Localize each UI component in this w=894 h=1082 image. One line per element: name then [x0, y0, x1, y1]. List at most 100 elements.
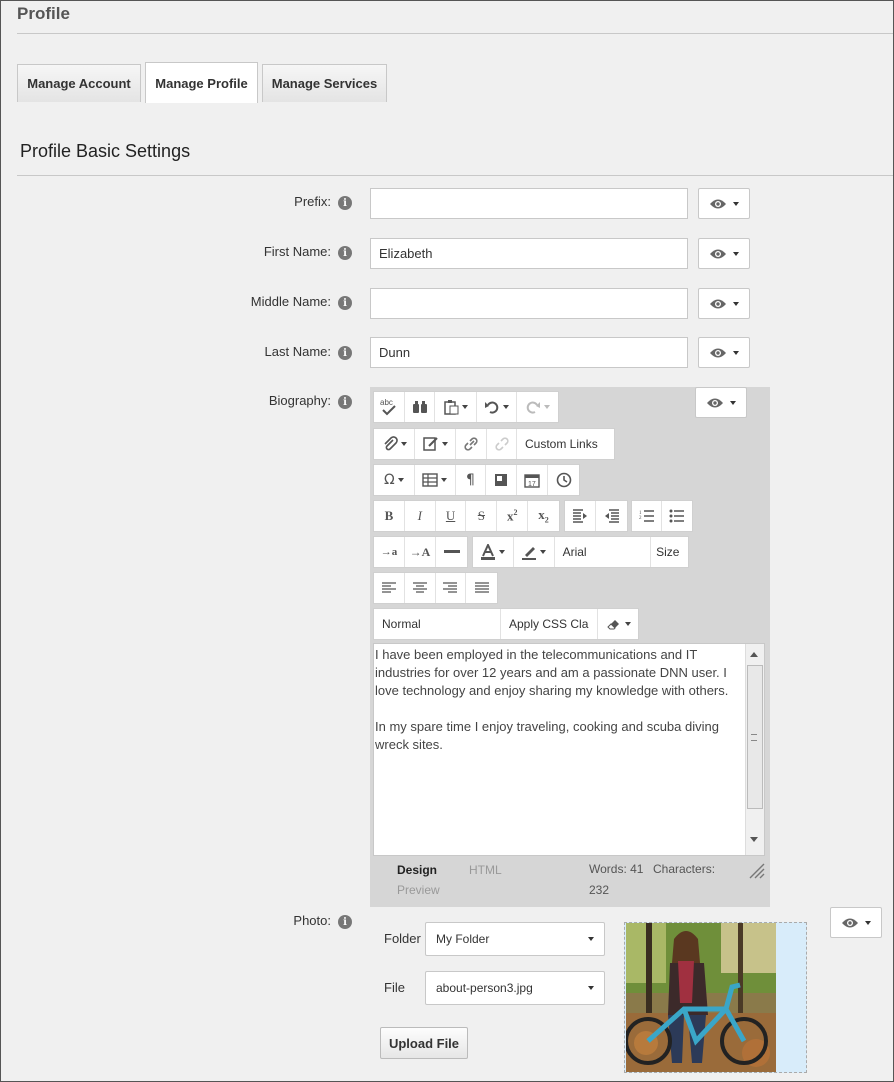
omega-icon: Ω — [384, 472, 395, 488]
resize-handle-icon[interactable] — [747, 861, 765, 879]
upload-file-button[interactable]: Upload File — [380, 1027, 468, 1059]
scroll-down-icon[interactable] — [750, 837, 758, 842]
chevron-down-icon — [540, 550, 547, 554]
info-icon[interactable]: i — [338, 915, 352, 929]
middle-name-visibility-button[interactable] — [698, 288, 750, 319]
eye-icon — [710, 348, 726, 357]
prefix-visibility-button[interactable] — [698, 188, 750, 219]
increase-size-button[interactable]: →a — [374, 537, 405, 567]
info-icon[interactable]: i — [338, 346, 352, 360]
indent-icon — [573, 509, 587, 523]
info-icon[interactable]: i — [338, 395, 352, 409]
chevron-down-icon — [624, 622, 631, 626]
horizontal-rule-icon — [443, 550, 460, 553]
info-icon[interactable]: i — [338, 296, 352, 310]
folder-select[interactable]: My Folder — [425, 922, 605, 956]
tab-manage-profile[interactable]: Manage Profile — [145, 62, 258, 103]
insert-time-button[interactable] — [548, 465, 579, 495]
spellcheck-icon: abc — [380, 398, 396, 416]
attach-button[interactable] — [374, 429, 415, 459]
prefix-input[interactable] — [370, 188, 688, 219]
ordered-list-button[interactable]: 12 — [632, 501, 663, 531]
format-stripper-button[interactable] — [486, 465, 518, 495]
custom-links-dropdown[interactable]: Custom Links — [517, 429, 614, 459]
css-class-dropdown[interactable]: Apply CSS Cla — [501, 609, 598, 639]
strikethrough-button[interactable]: S — [466, 501, 498, 531]
tab-manage-services[interactable]: Manage Services — [262, 64, 387, 102]
middle-name-input[interactable] — [370, 288, 688, 319]
toolbar-group-insert: Ω ¶ 17 — [373, 464, 580, 496]
find-button[interactable] — [405, 392, 435, 422]
toolbar-group-basic-format: B I U S x2 x2 — [373, 500, 560, 532]
superscript-button[interactable]: x2 — [497, 501, 529, 531]
last-name-input[interactable] — [370, 337, 688, 368]
biography-visibility-button[interactable] — [695, 387, 747, 418]
unlink-icon — [494, 437, 509, 451]
eye-icon — [710, 199, 726, 208]
middle-name-label: Middle Name: — [250, 294, 331, 309]
unlink-button[interactable] — [487, 429, 517, 459]
photo-visibility-button[interactable] — [830, 907, 882, 938]
last-name-visibility-button[interactable] — [698, 337, 750, 368]
eye-icon — [710, 299, 726, 308]
align-left-button[interactable] — [374, 573, 405, 603]
subscript-icon: x2 — [538, 507, 549, 525]
info-icon[interactable]: i — [338, 246, 352, 260]
editor-content[interactable]: I have been employed in the telecommunic… — [373, 643, 765, 856]
paste-button[interactable] — [435, 392, 477, 422]
paperclip-icon — [383, 436, 398, 451]
eye-icon — [707, 398, 723, 407]
link-button[interactable] — [456, 429, 487, 459]
highlight-color-button[interactable] — [514, 537, 555, 567]
strikethrough-icon: S — [477, 508, 486, 523]
tab-manage-account[interactable]: Manage Account — [17, 64, 141, 102]
align-center-button[interactable] — [405, 573, 436, 603]
mode-preview-tab[interactable]: Preview — [397, 883, 440, 897]
redo-button[interactable] — [517, 392, 558, 422]
toolbar-group-links: Custom Links — [373, 428, 615, 460]
underline-button[interactable]: U — [436, 501, 467, 531]
first-name-label: First Name: — [263, 244, 331, 259]
special-char-button[interactable]: Ω — [374, 465, 415, 495]
scroll-up-icon[interactable] — [750, 652, 758, 657]
spellcheck-button[interactable]: abc — [374, 392, 405, 422]
italic-button[interactable]: I — [405, 501, 436, 531]
bold-button[interactable]: B — [374, 501, 405, 531]
clear-format-button[interactable] — [598, 609, 638, 639]
word-count: Words: 41 — [589, 862, 644, 876]
bullet-list-button[interactable] — [662, 501, 692, 531]
photo-label: Photo: — [293, 913, 331, 928]
italic-icon: I — [417, 508, 422, 523]
first-name-input[interactable] — [370, 238, 688, 269]
svg-text:17: 17 — [528, 481, 536, 488]
align-right-button[interactable] — [436, 573, 467, 603]
subscript-button[interactable]: x2 — [528, 501, 559, 531]
table-button[interactable] — [415, 465, 456, 495]
paragraph-format-dropdown[interactable]: Normal — [374, 609, 501, 639]
file-select[interactable]: about-person3.jpg — [425, 971, 605, 1005]
chevron-down-icon — [865, 920, 871, 925]
font-size-dropdown[interactable]: Size — [651, 537, 688, 567]
outdent-button[interactable] — [596, 501, 627, 531]
template-button[interactable] — [415, 429, 456, 459]
bold-icon: B — [384, 508, 394, 523]
outdent-icon — [604, 509, 619, 523]
info-icon[interactable]: i — [338, 196, 352, 210]
undo-button[interactable] — [477, 392, 517, 422]
horizontal-rule-button[interactable] — [436, 537, 467, 567]
chevron-down-icon — [733, 251, 739, 256]
mode-html-tab[interactable]: HTML — [469, 863, 502, 877]
chevron-down-icon — [544, 405, 550, 409]
font-name-dropdown[interactable]: Arial — [555, 537, 652, 567]
paragraph-marks-button[interactable]: ¶ — [456, 465, 487, 495]
font-color-button[interactable] — [473, 537, 514, 567]
first-name-visibility-button[interactable] — [698, 238, 750, 269]
indent-button[interactable] — [565, 501, 596, 531]
decrease-size-button[interactable]: →A — [405, 537, 436, 567]
justify-button[interactable] — [466, 573, 497, 603]
chevron-down-icon — [588, 986, 594, 990]
svg-text:2: 2 — [639, 516, 642, 521]
insert-date-button[interactable]: 17 — [517, 465, 549, 495]
mode-design-tab[interactable]: Design — [397, 863, 437, 877]
toolbar-group-tools: abc — [373, 391, 559, 423]
